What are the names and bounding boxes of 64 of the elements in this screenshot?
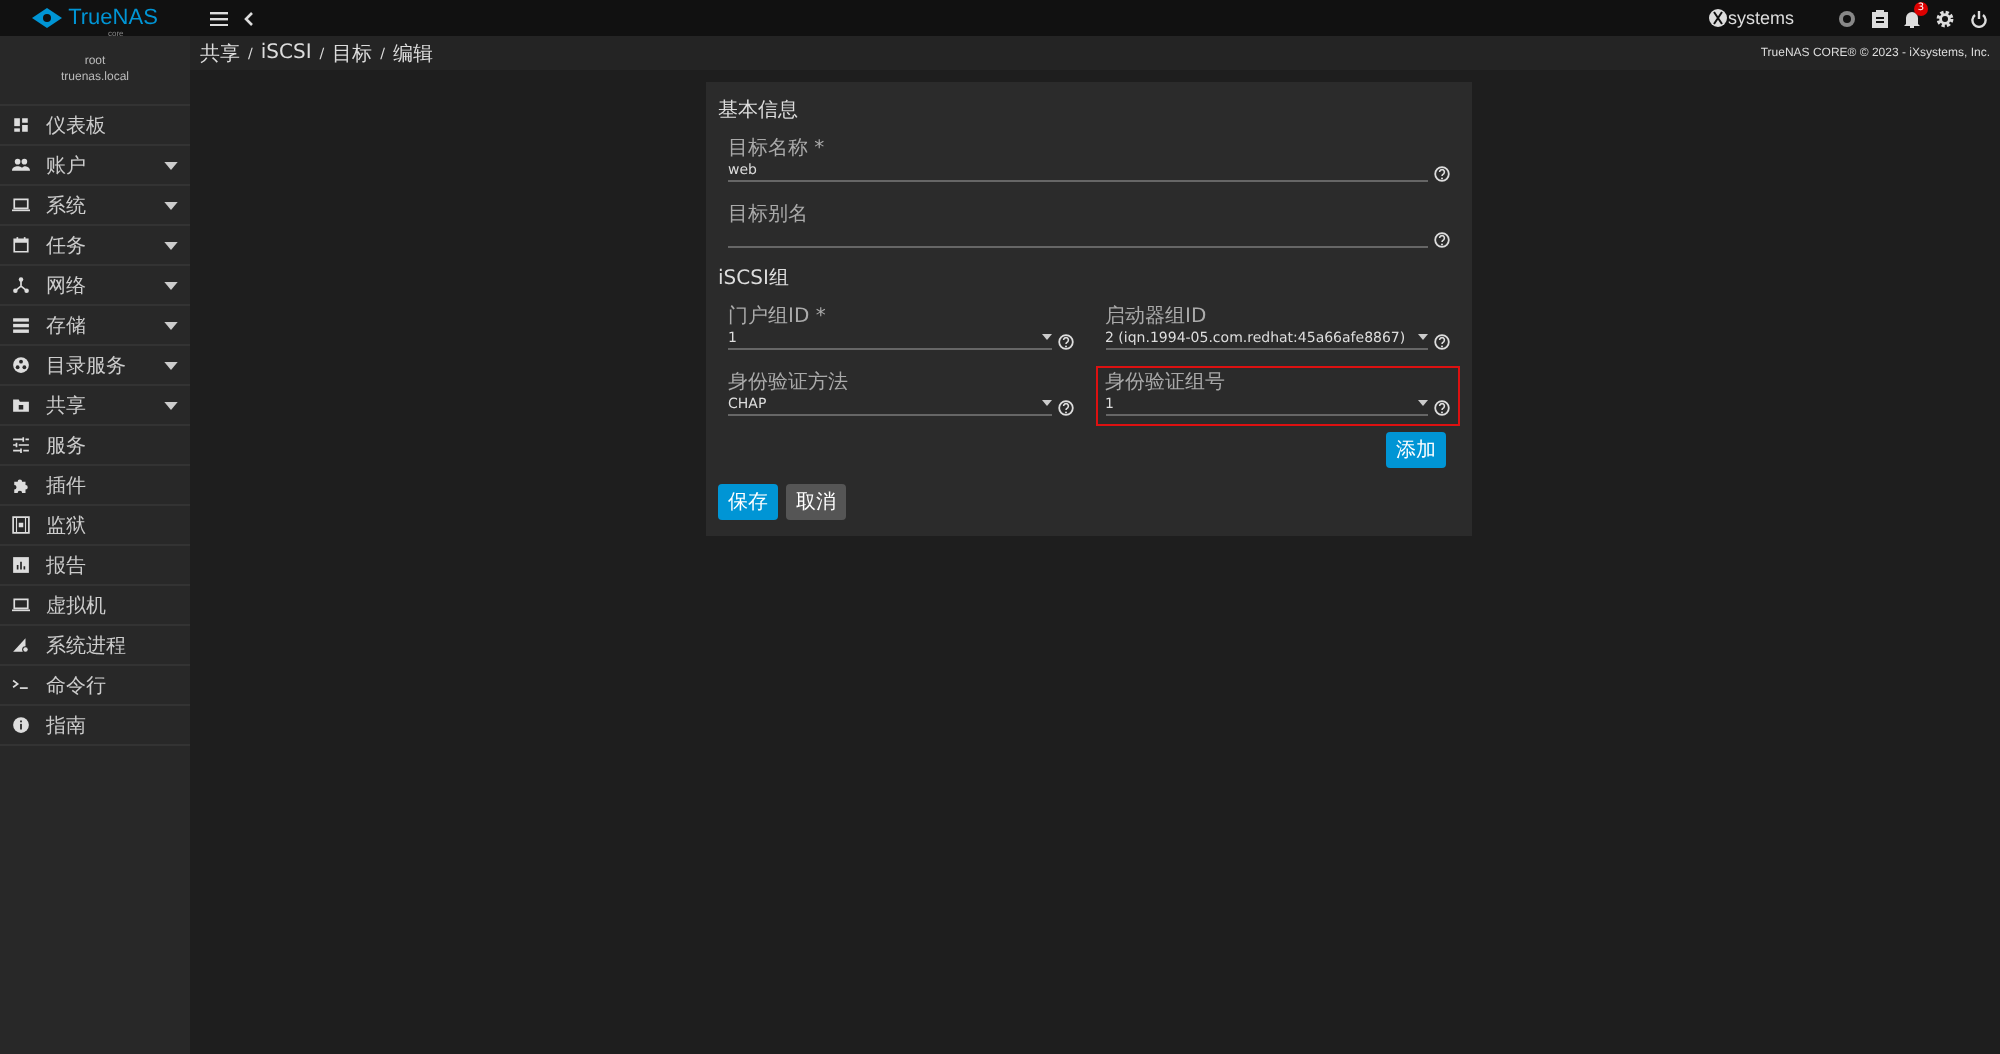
folder-icon [12,396,30,414]
caret-icon [164,241,178,249]
sidebar-item[interactable]: 命令行 [0,666,190,706]
caret-icon [164,281,178,289]
people-icon [12,156,30,174]
caret-icon [164,361,178,369]
breadcrumb-link[interactable]: 编辑 [392,39,433,67]
sidebar-item[interactable]: 系统进程 [0,626,190,666]
calendar-icon [12,236,30,254]
caret-icon [164,161,178,169]
sidebar-item[interactable]: 指南 [0,706,190,746]
caret-icon [1418,400,1428,406]
sidebar-item[interactable]: 账户 [0,146,190,186]
section-title: iSCSI组 [718,266,791,292]
menu-icon[interactable] [210,11,228,25]
settings-icon[interactable] [1936,9,1954,27]
tune-icon [12,436,30,454]
bell-icon[interactable] [1904,9,1920,27]
shell-icon [12,676,30,694]
network-icon [12,276,30,294]
caret-icon [164,201,178,209]
section-title: 基本信息 [718,97,800,124]
caret-icon [1418,334,1428,340]
breadcrumb-link[interactable]: 目标 [332,39,373,67]
sidebar-item[interactable]: 目录服务 [0,346,190,386]
chart-icon [12,556,30,574]
sidebar-item[interactable]: 网络 [0,266,190,306]
breadcrumb-link[interactable]: iSCSI [260,42,312,64]
vendor-text: systems [1727,8,1794,28]
help-icon[interactable] [1057,400,1073,416]
input-field[interactable]: 目标别名 [718,198,1460,258]
sidebar-item[interactable]: 任务 [0,226,190,266]
info-icon [12,716,30,734]
dashboard-icon [12,116,30,134]
puzzle-icon [12,476,30,494]
clipboard-icon[interactable] [1872,9,1888,27]
laptop-icon [12,196,30,214]
sidebar-item[interactable]: 虚拟机 [0,586,190,626]
breadcrumb-link[interactable]: 共享 [200,39,240,67]
logo-text: TrueNAS [68,6,158,30]
caret-icon [1041,334,1051,340]
sidebar-item[interactable]: 报告 [0,546,190,586]
logo-icon [32,8,63,28]
help-icon[interactable] [1434,334,1450,350]
sidebar-item[interactable]: 服务 [0,426,190,466]
vendor-logo-icon [1707,8,1728,28]
chevron-left-icon[interactable] [244,11,254,25]
caret-icon [164,401,178,409]
laptop-icon [12,596,30,614]
sidebar-item[interactable]: 共享 [0,386,190,426]
sidebar-item[interactable]: 仪表板 [0,106,190,146]
power-icon[interactable] [1970,9,1988,27]
help-icon[interactable] [1434,232,1450,248]
caret-icon [164,321,178,329]
sidebar-item[interactable]: 插件 [0,466,190,506]
sidebar-item[interactable]: 监狱 [0,506,190,546]
storage-icon [12,316,30,334]
help-icon[interactable] [1057,334,1073,350]
form-button[interactable]: 取消 [786,484,846,520]
help-icon[interactable] [1434,400,1450,416]
sidebar-item[interactable]: 系统 [0,186,190,226]
sidebar-item[interactable]: 存储 [0,306,190,346]
help-icon[interactable] [1434,166,1450,182]
caret-icon [1041,400,1051,406]
